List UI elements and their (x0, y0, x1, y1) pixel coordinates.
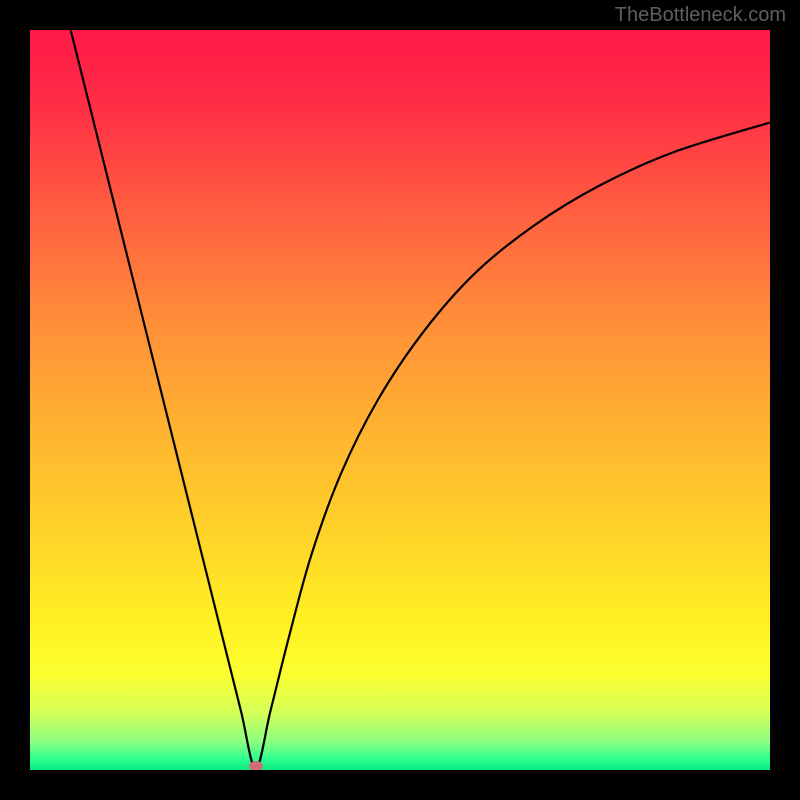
bottleneck-curve (30, 30, 770, 770)
watermark-text: TheBottleneck.com (615, 4, 786, 27)
optimum-marker (249, 761, 263, 770)
plot-area (30, 30, 770, 770)
chart-root: TheBottleneck.com (0, 0, 800, 800)
